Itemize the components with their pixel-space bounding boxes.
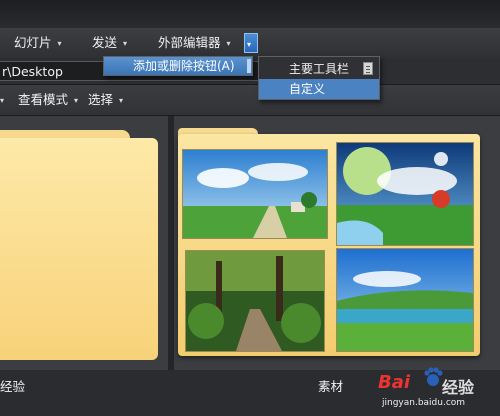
toolbar-prev-dropdown[interactable]: ▾: [0, 85, 4, 115]
folder-thumbnail-left[interactable]: [0, 138, 158, 360]
customize-label: 自定义: [289, 82, 326, 96]
baidu-paw-icon: [424, 367, 443, 386]
chevron-down-icon: ▾: [226, 38, 231, 48]
main-toolbar-label: 主要工具栏: [289, 62, 350, 76]
add-remove-buttons-label: 添加或删除按钮(A): [133, 59, 235, 73]
chevron-down-icon: ▾: [123, 38, 128, 48]
photo-thumbnail: [336, 248, 474, 352]
folder-caption-left: 经验: [0, 379, 26, 394]
menu-external-editor[interactable]: 外部编辑器 ▾: [158, 28, 231, 58]
toolbar-options-button[interactable]: ▾: [244, 33, 258, 53]
chevron-down-icon: ▾: [119, 95, 124, 105]
watermark-url: jingyan.baidu.com: [382, 398, 466, 408]
add-remove-buttons-item[interactable]: 添加或删除按钮(A): [104, 57, 252, 75]
watermark-product: 经验: [442, 378, 475, 397]
main-toolbar-item[interactable]: 主要工具栏: [259, 59, 379, 79]
photo-thumbnail: [185, 250, 325, 352]
chevron-down-icon: ▾: [74, 95, 79, 105]
view-mode-button[interactable]: 查看模式 ▾: [18, 85, 78, 115]
add-remove-submenu: 主要工具栏 自定义: [258, 56, 380, 100]
watermark-brand: Bai: [378, 372, 411, 393]
select-label: 选择: [88, 92, 114, 107]
select-button[interactable]: 选择 ▾: [88, 85, 123, 115]
menu-slideshow-label: 幻灯片: [14, 35, 52, 50]
customize-item[interactable]: 自定义: [259, 79, 379, 99]
title-strip: [0, 0, 500, 28]
chevron-down-icon: ▾: [247, 40, 252, 49]
view-mode-label: 查看模式: [18, 92, 69, 107]
menu-send-label: 发送: [92, 35, 118, 50]
chevron-down-icon: ▾: [0, 95, 5, 105]
toolbar-options-menu: 添加或删除按钮(A): [103, 56, 253, 76]
menu-send[interactable]: 发送 ▾: [92, 28, 127, 58]
toolbar-icon: [363, 62, 373, 75]
photo-thumbnail: [182, 149, 328, 239]
menu-slideshow[interactable]: 幻灯片 ▾: [14, 28, 62, 58]
menu-external-editor-label: 外部编辑器: [158, 35, 221, 50]
chevron-down-icon: ▾: [57, 38, 62, 48]
view-toolbar: ▾ 查看模式 ▾ 选择 ▾: [0, 85, 500, 116]
submenu-arrow-icon: [247, 59, 251, 73]
photo-thumbnail: [336, 142, 474, 246]
folder-caption-right: 素材: [318, 379, 344, 394]
